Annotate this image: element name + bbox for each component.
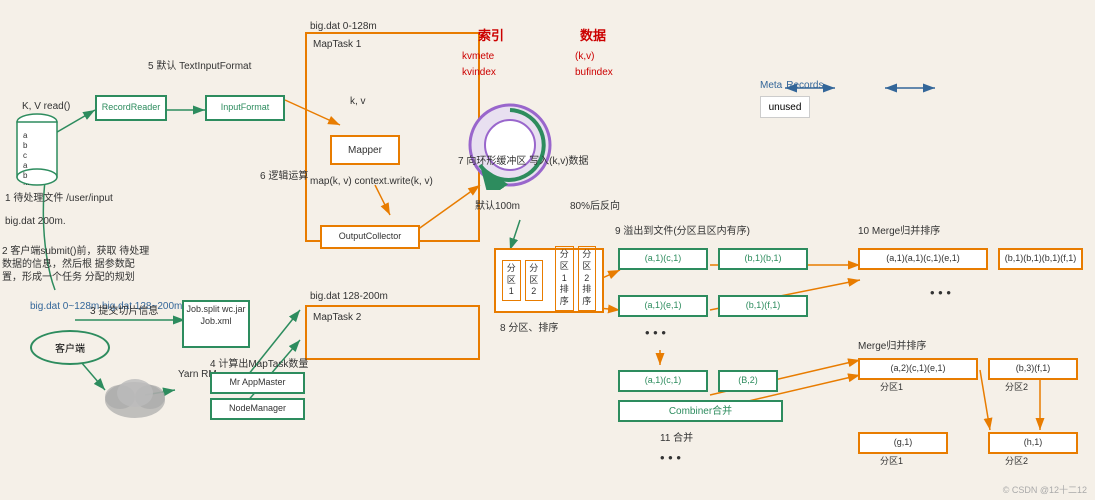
svg-text:a: a bbox=[23, 131, 28, 140]
circular-write-label: 7 向环形缓冲区 写入(k,v)数据 bbox=[458, 155, 589, 168]
bigdat-range2-label: big.dat 128-200m bbox=[310, 290, 388, 303]
spill-a1c1-box: (a,1)(c,1) bbox=[618, 248, 708, 270]
watermark: © CSDN @12十二12 bbox=[1003, 483, 1087, 496]
combiner-B2-box: (B,2) bbox=[718, 370, 778, 392]
merge-b1b1f1-box: (b,1)(b,1)(b,1)(f,1) bbox=[998, 248, 1083, 270]
client-ellipse: 客户端 bbox=[30, 330, 110, 365]
svg-text:c: c bbox=[23, 151, 27, 160]
diagram-container: a b c a b ... 1 待处理文件 /user/input big.da… bbox=[0, 0, 1095, 500]
nodemanager-box: NodeManager bbox=[210, 398, 305, 420]
appmaster-box: Mr AppMaster bbox=[210, 372, 305, 394]
default-100m-label: 默认100m bbox=[475, 200, 520, 213]
percent-80-label: 80%后反向 bbox=[570, 200, 620, 213]
partition1-cell: 分区1 bbox=[502, 260, 521, 301]
file-label: 1 待处理文件 /user/input bbox=[5, 192, 113, 205]
spill-b1f1-box: (b,1)(f,1) bbox=[718, 295, 808, 317]
kvmete-label: kvmete bbox=[462, 50, 494, 63]
data-label: 数据 bbox=[580, 28, 606, 45]
cut-info-label: 3 提交切片信息 bbox=[90, 305, 158, 318]
kv-label: K, V read() bbox=[22, 100, 70, 113]
partition-box: 分区1 分区2 分区1排序 分区2排序 bbox=[494, 248, 604, 313]
dots1: • • • bbox=[645, 325, 666, 342]
table-unused-header: unused bbox=[760, 96, 810, 118]
partition2-label2: 分区2 bbox=[1005, 382, 1028, 394]
default-textinputformat: 5 默认 TextInputFormat bbox=[148, 60, 251, 73]
partition2-sort-cell: 分区2排序 bbox=[578, 246, 597, 310]
outputcollector-box: OutputCollector bbox=[320, 225, 420, 249]
map-context-label: map(k, v) context.write(k, v) bbox=[310, 175, 433, 188]
records-label: Records bbox=[786, 80, 823, 91]
merge-sort2-label: Merge归并排序 bbox=[858, 340, 926, 353]
merge2-b3f1-box: (b,3)(f,1) bbox=[988, 358, 1078, 380]
sort-partition-label: 8 分区、排序 bbox=[500, 322, 558, 335]
circular-buffer bbox=[465, 100, 555, 190]
recordreader-box: RecordReader bbox=[95, 95, 167, 121]
merge-a1c1e1-box: (a,1)(a,1)(c,1)(e,1) bbox=[858, 248, 988, 270]
bufindex-label: bufindex bbox=[575, 66, 613, 79]
data-cylinder: a b c a b ... bbox=[15, 110, 60, 200]
svg-text:b: b bbox=[23, 141, 28, 150]
final-h1-box: (h,1) bbox=[988, 432, 1078, 454]
merge-11-label: 11 合并 bbox=[660, 432, 693, 445]
kv-data-label: (k,v) bbox=[575, 50, 594, 63]
partition2-cell: 分区2 bbox=[525, 260, 544, 301]
svg-text:a: a bbox=[23, 161, 28, 170]
client-submit-label: 2 客户端submit()前，获取 待处理数据的信息，然后根 据参数配置，形成一… bbox=[2, 245, 152, 284]
merge2-a2c1e1-box: (a,2)(c,1)(e,1) bbox=[858, 358, 978, 380]
cloud-shape bbox=[100, 375, 170, 423]
mapper-box: Mapper bbox=[330, 135, 400, 165]
calc-maptask-label: 4 计算出MapTask数量 bbox=[210, 358, 308, 371]
kvindex-label: kvindex bbox=[462, 66, 496, 79]
partition2-label3: 分区2 bbox=[1005, 456, 1028, 468]
merge-sort-label: 10 Merge归并排序 bbox=[858, 225, 940, 238]
combiner-a1c1-box: (a,1)(c,1) bbox=[618, 370, 708, 392]
svg-text:...: ... bbox=[23, 178, 30, 187]
dots3: • • • bbox=[660, 450, 681, 467]
maptask2-box: MapTask 2 bbox=[305, 305, 480, 360]
final-g1-box: (g,1) bbox=[858, 432, 948, 454]
spill-label: 9 溢出到文件(分区且区内有序) bbox=[615, 225, 750, 238]
job-files-box: Job.split wc.jar Job.xml bbox=[182, 300, 250, 348]
index-label: 索引 bbox=[478, 28, 504, 45]
spill-b1b1-box: (b,1)(b,1) bbox=[718, 248, 808, 270]
meta-label: Meta bbox=[760, 80, 782, 91]
partition1-sort-cell: 分区1排序 bbox=[555, 246, 574, 310]
bigdat-label: big.dat 200m. bbox=[5, 215, 66, 228]
partition1-label2: 分区1 bbox=[880, 382, 903, 394]
inputformat-box: InputFormat bbox=[205, 95, 285, 121]
combiner-merge-box: Combiner合并 bbox=[618, 400, 783, 422]
spill-a1e1-box: (a,1)(e,1) bbox=[618, 295, 708, 317]
logic-compute-label: 6 逻辑运算 bbox=[260, 170, 308, 183]
partition1-label3: 分区1 bbox=[880, 456, 903, 468]
dots2: • • • bbox=[930, 285, 951, 302]
kv-arrow-label: k, v bbox=[350, 95, 366, 108]
